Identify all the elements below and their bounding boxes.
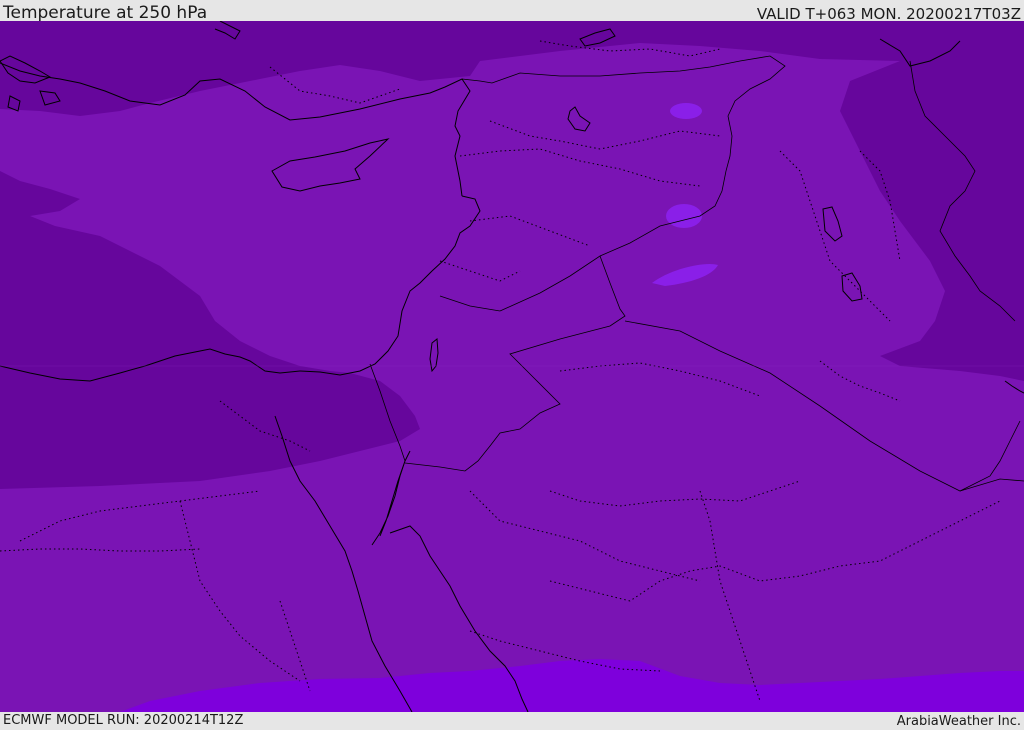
credit-label: ArabiaWeather Inc. xyxy=(896,714,1021,729)
weather-map xyxy=(0,21,1024,712)
footer-bar: ECMWF MODEL RUN: 20200214T12Z ArabiaWeat… xyxy=(0,712,1024,729)
map-title: Temperature at 250 hPa xyxy=(3,3,208,23)
model-run-label: ECMWF MODEL RUN: 20200214T12Z xyxy=(3,713,244,728)
warm-patch-1 xyxy=(670,103,702,119)
header-bar: Temperature at 250 hPa VALID T+063 MON. … xyxy=(0,0,1024,23)
warm-patch-2 xyxy=(666,204,702,228)
temperature-map-svg xyxy=(0,21,1024,712)
